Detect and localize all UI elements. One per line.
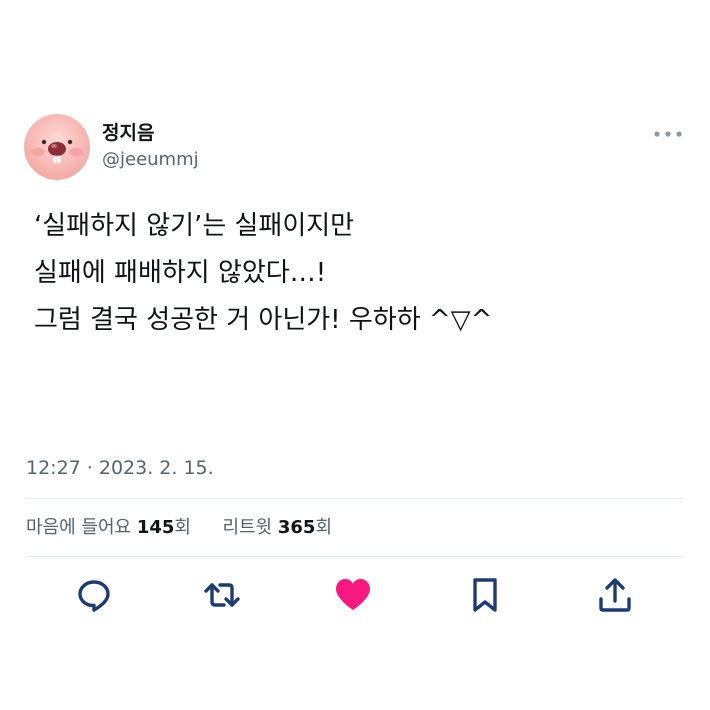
reply-button[interactable] bbox=[75, 576, 113, 614]
tweet-text: ‘실패하지 않기’는 실패이지만 실패에 패배하지 않았다…! 그럼 결국 성공… bbox=[34, 212, 674, 353]
retweets-suffix: 회 bbox=[315, 517, 332, 538]
retweet-button[interactable] bbox=[203, 576, 241, 614]
more-options-button[interactable] bbox=[648, 120, 688, 148]
retweets-label: 리트윗 bbox=[222, 517, 273, 538]
share-button[interactable] bbox=[596, 576, 634, 614]
avatar[interactable] bbox=[24, 114, 90, 180]
likes-label: 마음에 들어요 bbox=[26, 517, 132, 538]
retweets-count: 365 bbox=[277, 517, 316, 538]
divider bbox=[26, 556, 684, 557]
tweet-text-line: ‘실패하지 않기’는 실패이지만 bbox=[34, 211, 355, 241]
tweet-text-line: 그럼 결국 성공한 거 아닌가! 우하하 ^▽^ bbox=[34, 305, 493, 335]
tweet-text-line: 실패에 패배하지 않았다…! bbox=[34, 258, 327, 288]
tweet-timestamp[interactable]: 12:27 · 2023. 2. 15. bbox=[26, 456, 214, 480]
display-name[interactable]: 정지음 bbox=[102, 121, 154, 145]
tweet-card: 정지음 @jeeummj ‘실패하지 않기’는 실패이지만 실패에 패배하지 않… bbox=[0, 0, 710, 710]
like-button[interactable] bbox=[334, 576, 372, 614]
retweets-stat[interactable]: 리트윗 365회 bbox=[222, 517, 332, 538]
divider bbox=[26, 498, 684, 499]
tweet-stats: 마음에 들어요 145회 리트윗 365회 bbox=[26, 516, 332, 540]
reply-icon bbox=[78, 580, 110, 612]
likes-count: 145 bbox=[136, 517, 175, 538]
like-icon bbox=[336, 579, 370, 610]
avatar-image bbox=[24, 114, 90, 180]
likes-suffix: 회 bbox=[174, 517, 191, 538]
share-icon bbox=[599, 578, 631, 612]
bookmark-icon bbox=[473, 578, 497, 612]
retweet-icon bbox=[204, 583, 240, 607]
user-handle[interactable]: @jeeummj bbox=[102, 148, 199, 172]
likes-stat[interactable]: 마음에 들어요 145회 bbox=[26, 517, 197, 538]
bookmark-button[interactable] bbox=[466, 576, 504, 614]
more-dots-icon bbox=[654, 131, 682, 137]
